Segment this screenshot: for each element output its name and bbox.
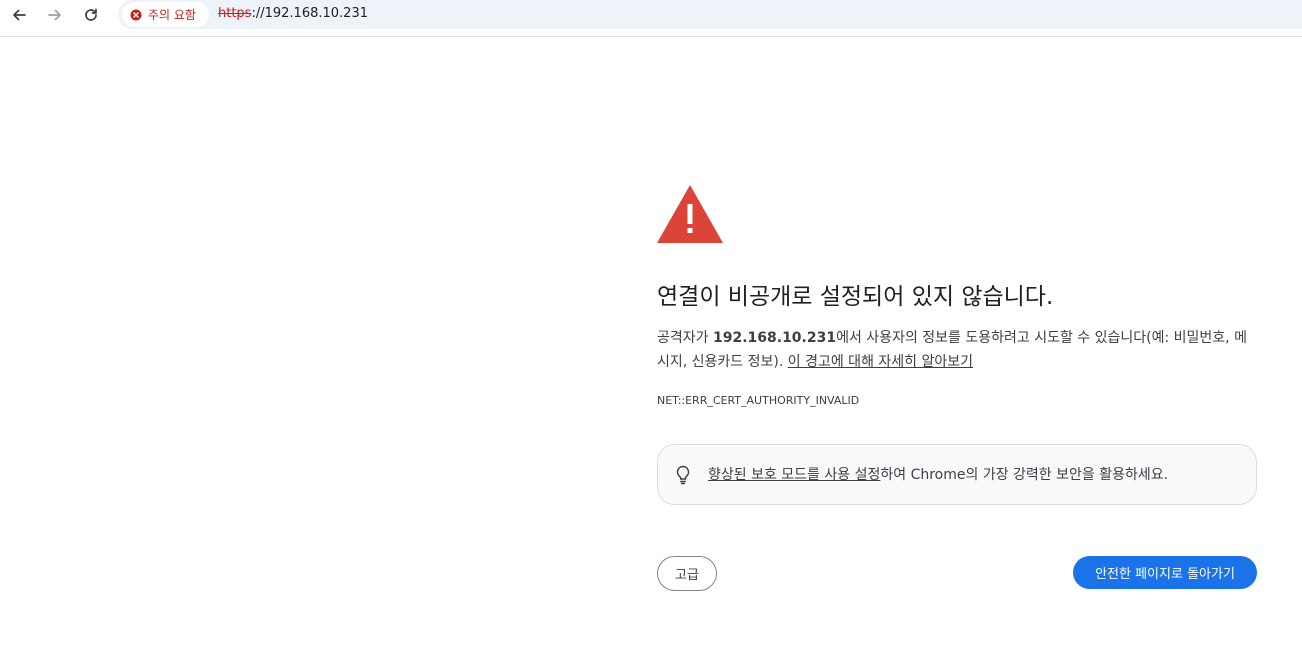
explanation-text: 공격자가 192.168.10.231에서 사용자의 정보를 도용하려고 시도할… [657, 326, 1257, 374]
arrow-right-icon [48, 9, 61, 21]
enhanced-protection-suffix: 하여 Chrome의 가장 강력한 보안을 활용하세요. [880, 467, 1169, 483]
forward-button[interactable] [39, 2, 71, 28]
page-title: 연결이 비공개로 설정되어 있지 않습니다. [657, 284, 1054, 310]
enhanced-protection-promo: 향상된 보호 모드를 사용 설정하여 Chrome의 가장 강력한 보안을 활용… [657, 444, 1257, 505]
advanced-button[interactable]: 고급 [657, 556, 717, 591]
lightbulb-icon [676, 465, 690, 485]
reload-button[interactable] [75, 2, 107, 28]
arrow-left-icon [13, 9, 26, 21]
error-code: NET::ERR_CERT_AUTHORITY_INVALID [657, 394, 860, 407]
enhanced-protection-link[interactable]: 향상된 보호 모드를 사용 설정 [708, 467, 880, 483]
back-to-safety-button[interactable]: 안전한 페이지로 돌아가기 [1073, 556, 1257, 589]
explanation-host: 192.168.10.231 [712, 330, 837, 346]
security-chip-label: 주의 요함 [148, 8, 196, 22]
address-bar[interactable]: 주의 요함 https://192.168.10.231 [118, 0, 1302, 29]
browser-toolbar: 주의 요함 https://192.168.10.231 [0, 0, 1302, 37]
security-chip[interactable]: 주의 요함 [122, 2, 209, 27]
url-text[interactable]: https://192.168.10.231 [218, 6, 368, 21]
back-button[interactable] [3, 2, 35, 28]
learn-more-link[interactable]: 이 경고에 대해 자세히 알아보기 [788, 354, 973, 370]
url-host: ://192.168.10.231 [251, 6, 368, 21]
reload-icon [85, 8, 97, 21]
enhanced-protection-text: 향상된 보호 모드를 사용 설정하여 Chrome의 가장 강력한 보안을 활용… [708, 464, 1168, 484]
explanation-prefix: 공격자가 [657, 330, 713, 346]
warning-triangle-icon [657, 185, 723, 243]
url-scheme: https [218, 6, 252, 21]
error-circle-icon [130, 9, 142, 20]
